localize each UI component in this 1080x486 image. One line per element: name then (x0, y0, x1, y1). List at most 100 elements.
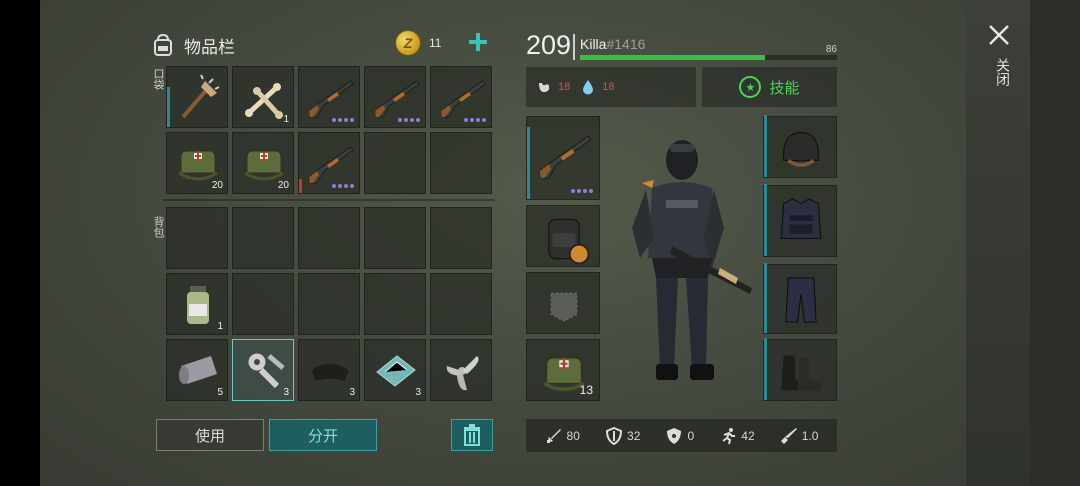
backpack-slot[interactable] (298, 207, 360, 269)
use-button[interactable]: 使用 (156, 419, 264, 451)
xp-value: 86 (825, 44, 837, 55)
backpack-slot[interactable]: 3 (298, 339, 360, 401)
player-name-text: Killa (580, 36, 607, 52)
item-qty: 20 (211, 180, 223, 191)
item-qty: 3 (283, 387, 289, 398)
helmet-icon (783, 132, 819, 167)
backpack-slot[interactable] (364, 273, 426, 335)
pocket-slot[interactable] (364, 66, 426, 128)
backpack-icon (548, 218, 590, 265)
water-value: 18 (602, 81, 615, 93)
item-qty: 3 (415, 387, 421, 398)
backpack-slot[interactable] (430, 339, 492, 401)
pocket-slot[interactable] (298, 132, 360, 194)
star-icon: ★ (739, 76, 762, 98)
inventory-title: 物品栏 (184, 37, 235, 58)
backpack-slot[interactable]: 5 (166, 339, 228, 401)
boots-icon (781, 355, 821, 391)
backpack-slot[interactable] (298, 273, 360, 335)
add-coins-button[interactable] (466, 30, 490, 54)
food-stat: 18 (536, 79, 570, 95)
rarity-dots (464, 118, 486, 122)
skills-label: 技能 (769, 78, 800, 97)
pocket-slot[interactable]: 1 (232, 66, 294, 128)
split-button[interactable]: 分开 (269, 419, 377, 451)
item-qty: 1 (217, 321, 223, 332)
skills-button[interactable]: ★ 技能 (702, 67, 837, 107)
trash-button[interactable] (451, 419, 493, 451)
defense-value: 32 (627, 428, 641, 443)
backpack-slot[interactable] (364, 207, 426, 269)
backpack-slot[interactable] (232, 273, 294, 335)
fabric-roll-icon (179, 356, 217, 384)
radiation-value: 0 (687, 428, 695, 443)
inventory-divider (163, 199, 495, 201)
equip-slot-helmet[interactable] (763, 115, 837, 178)
rarity-dots (398, 118, 420, 122)
pocket-slot[interactable] (430, 66, 492, 128)
pocket-slot[interactable] (430, 132, 492, 194)
equip-slot-vest[interactable] (763, 184, 837, 257)
water-drop-icon (583, 80, 594, 95)
equip-slot-pants[interactable] (763, 263, 837, 334)
pocket-slot[interactable] (364, 132, 426, 194)
shotgun-icon (308, 80, 354, 118)
backpack-icon (154, 33, 172, 56)
level-separator (573, 34, 575, 60)
food-value: 18 (558, 81, 571, 93)
rarity-dots (571, 189, 593, 193)
police-vest-icon (780, 198, 822, 239)
pocket-slot[interactable] (298, 66, 360, 128)
item-qty: 5 (217, 387, 223, 398)
radiation-stat: 0 (665, 427, 694, 445)
pocket-slot[interactable]: 20 (232, 132, 294, 194)
backpack-slot[interactable]: 3 (364, 339, 426, 401)
equip-slot-medkit[interactable]: 13 (526, 339, 600, 401)
item-qty: 3 (349, 387, 355, 398)
backpack-slot[interactable] (430, 207, 492, 269)
backpack-slot[interactable]: 3 (232, 339, 294, 401)
coin-icon: Z (395, 30, 421, 56)
coin-counter: Z 11 (395, 30, 441, 56)
item-qty: 20 (277, 180, 289, 191)
shotgun-icon (538, 135, 592, 179)
backpack-slot[interactable] (166, 207, 228, 269)
pocket-slot[interactable]: 20 (166, 132, 228, 194)
close-icon[interactable] (988, 24, 1010, 46)
running-icon (722, 427, 736, 444)
speed-stat: 42 (719, 427, 755, 445)
character-model (632, 140, 752, 380)
equip-slot-weapon[interactable] (526, 116, 600, 200)
player-tag: #1416 (606, 36, 646, 52)
spiked-club-icon (181, 74, 220, 119)
speed-value: 42 (741, 428, 755, 443)
propeller-icon (446, 356, 479, 391)
durability-bar (299, 179, 302, 193)
durability-bar (167, 87, 170, 127)
backpack-slot[interactable] (232, 207, 294, 269)
shotgun-icon (440, 80, 486, 118)
medkit-qty: 13 (579, 383, 593, 397)
close-label[interactable]: 关闭 (992, 58, 1012, 86)
survival-stats: 18 18 (526, 67, 696, 107)
shotgun-icon (374, 80, 420, 118)
combat-stats: 80 32 0 42 1.0 (526, 419, 837, 452)
equip-slot-boots[interactable] (763, 338, 837, 401)
trash-icon (464, 424, 480, 446)
engine-parts-icon (247, 352, 285, 389)
equip-slot-pocket[interactable] (526, 272, 600, 334)
attack-stat: 80 (545, 427, 580, 445)
pocket-slot[interactable] (166, 66, 228, 128)
stealth-value: 1.0 (801, 428, 819, 443)
rarity-dots (332, 184, 354, 188)
backpack-grid: 1 5 3 3 3 (166, 207, 492, 401)
backpack-slot[interactable] (430, 273, 492, 335)
shield-icon (606, 426, 623, 445)
black-cloth-icon (310, 362, 350, 383)
backpack-slot[interactable]: 1 (166, 273, 228, 335)
attack-value: 80 (566, 428, 580, 443)
pants-icon (785, 277, 817, 323)
equip-slot-backpack[interactable] (526, 205, 600, 267)
item-qty: 1 (283, 114, 289, 125)
pocket-label: 口袋 (152, 68, 165, 90)
